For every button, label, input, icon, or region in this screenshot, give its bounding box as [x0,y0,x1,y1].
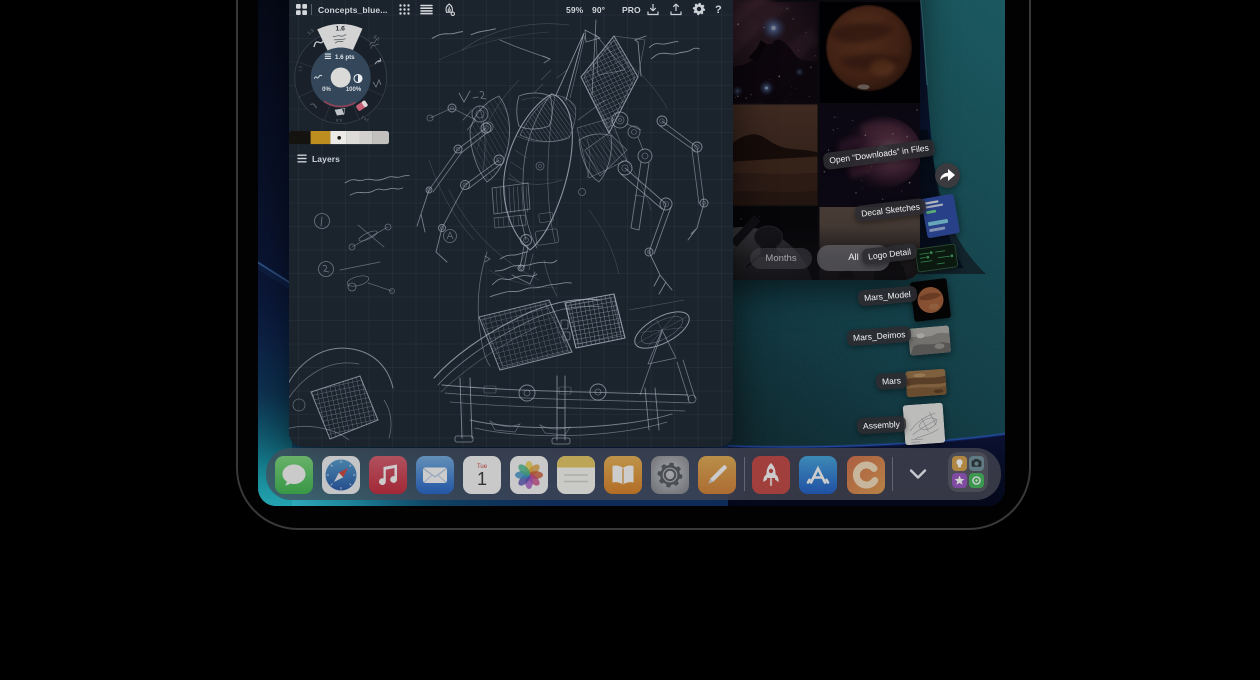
svg-text:1.6: 1.6 [335,26,345,33]
svg-text:1.6 pts: 1.6 pts [335,54,355,61]
svg-text:6.8: 6.8 [335,118,342,124]
svg-text:0%: 0% [322,87,331,93]
svg-text:1.3: 1.3 [307,28,315,36]
svg-text:1: 1 [477,469,487,489]
svg-text:100%: 100% [346,87,362,93]
svg-text:3.5: 3.5 [372,34,380,42]
